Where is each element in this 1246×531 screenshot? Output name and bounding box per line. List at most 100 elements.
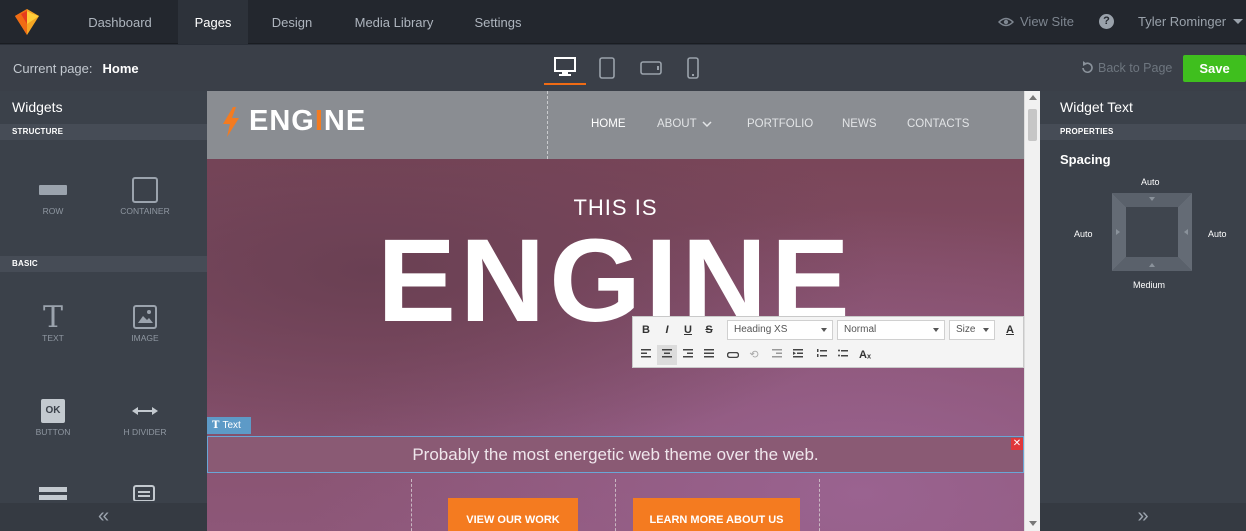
- desktop-icon[interactable]: [544, 51, 586, 85]
- bold-button[interactable]: B: [636, 320, 656, 340]
- site-menu-news[interactable]: NEWS: [842, 118, 877, 130]
- help-icon[interactable]: ?: [1099, 14, 1114, 29]
- image-icon: [100, 297, 190, 337]
- eye-icon: [998, 17, 1014, 26]
- undo-icon: [1082, 61, 1093, 74]
- view-our-work-button[interactable]: VIEW OUR WORK: [448, 498, 578, 531]
- editor-toolbar: Current page: Home Back to Page Save: [0, 45, 1246, 91]
- widget-h-divider[interactable]: H DIVIDER: [100, 369, 190, 459]
- heading-style-select[interactable]: Heading XS: [727, 320, 833, 340]
- app-logo-icon[interactable]: [11, 6, 43, 38]
- back-to-page-label: Back to Page: [1098, 61, 1173, 75]
- site-brand-name: ENGINE: [249, 105, 367, 137]
- unlink-icon[interactable]: ⟲: [744, 345, 764, 365]
- link-icon[interactable]: [723, 345, 743, 365]
- site-menu-contacts[interactable]: CONTACTS: [907, 118, 969, 130]
- collapse-left-panel-icon[interactable]: «: [0, 503, 207, 531]
- widgets-panel: Widgets STRUCTURE ROW CONTAINER BASIC T …: [0, 91, 207, 531]
- current-page-value: Home: [102, 61, 139, 76]
- row-icon: [8, 170, 98, 210]
- widget-image[interactable]: IMAGE: [100, 275, 190, 365]
- tablet-icon[interactable]: [592, 51, 622, 85]
- spacing-bottom-value[interactable]: Medium: [1133, 280, 1165, 290]
- nav-media-library[interactable]: Media Library: [338, 0, 450, 44]
- nav-dashboard[interactable]: Dashboard: [72, 0, 168, 44]
- nav-design[interactable]: Design: [256, 0, 328, 44]
- button-divider-left: [411, 479, 412, 531]
- spacing-left-value[interactable]: Auto: [1074, 229, 1093, 239]
- widget-row-partial-icon[interactable]: [39, 487, 67, 501]
- save-button[interactable]: Save: [1183, 55, 1246, 82]
- properties-panel: Widget Text PROPERTIES Spacing Auto Auto…: [1040, 91, 1246, 531]
- spacing-title: Spacing: [1060, 152, 1111, 167]
- hero-tagline[interactable]: Probably the most energetic web theme ov…: [208, 445, 1023, 465]
- heading-style-value: Heading XS: [734, 324, 788, 335]
- phone-icon[interactable]: [678, 51, 708, 85]
- close-icon[interactable]: ✕: [1011, 438, 1023, 450]
- rich-text-toolbar: B I U S Heading XS Normal Size A ⟲ Aₓ: [632, 316, 1024, 368]
- top-navbar: Dashboard Pages Design Media Library Set…: [0, 0, 1246, 44]
- scroll-up-icon[interactable]: [1029, 95, 1037, 100]
- clear-format-icon[interactable]: Aₓ: [855, 345, 875, 365]
- chevron-down-icon: [702, 121, 712, 127]
- widget-button[interactable]: OK BUTTON: [8, 369, 98, 459]
- chevron-down-icon: [983, 328, 989, 332]
- indent-icon[interactable]: [788, 345, 808, 365]
- scroll-thumb[interactable]: [1028, 109, 1037, 141]
- widget-row[interactable]: ROW: [8, 148, 98, 238]
- current-page-indicator: Current page: Home: [13, 61, 139, 76]
- nav-settings[interactable]: Settings: [462, 0, 534, 44]
- ordered-list-icon[interactable]: [812, 345, 832, 365]
- site-menu-home[interactable]: HOME: [591, 118, 626, 130]
- text-icon: T: [212, 420, 220, 431]
- expand-right-panel-icon[interactable]: »: [1040, 503, 1246, 531]
- justify-icon[interactable]: [699, 345, 719, 365]
- canvas-scrollbar[interactable]: [1024, 91, 1040, 531]
- site-menu-portfolio[interactable]: PORTFOLIO: [747, 118, 813, 130]
- format-select[interactable]: Normal: [837, 320, 945, 340]
- properties-panel-title: Widget Text: [1040, 91, 1246, 124]
- text-widget-tag-label: Text: [222, 420, 241, 431]
- section-properties: PROPERTIES: [1040, 124, 1246, 140]
- spacing-right-value[interactable]: Auto: [1208, 229, 1227, 239]
- back-to-page-link[interactable]: Back to Page: [1080, 61, 1172, 75]
- widget-list-partial-icon[interactable]: [133, 485, 155, 502]
- site-brand[interactable]: ENGINE: [221, 105, 366, 138]
- bullet-list-icon[interactable]: [833, 345, 853, 365]
- widget-text[interactable]: T TEXT: [8, 275, 98, 365]
- header-divider: [547, 91, 548, 159]
- spacing-top-value[interactable]: Auto: [1141, 177, 1160, 187]
- underline-button[interactable]: U: [678, 320, 698, 340]
- selected-text-widget[interactable]: Probably the most energetic web theme ov…: [207, 436, 1024, 473]
- italic-button[interactable]: I: [657, 320, 677, 340]
- widget-container-label: CONTAINER: [120, 206, 170, 216]
- widget-button-label: BUTTON: [35, 427, 71, 437]
- site-menu-about[interactable]: ABOUT: [657, 118, 712, 130]
- widget-row-label: ROW: [42, 206, 64, 216]
- strikethrough-button[interactable]: S: [699, 320, 719, 340]
- font-size-select[interactable]: Size: [949, 320, 995, 340]
- widget-container[interactable]: CONTAINER: [100, 148, 190, 238]
- learn-more-button[interactable]: LEARN MORE ABOUT US: [633, 498, 800, 531]
- align-left-icon[interactable]: [636, 345, 656, 365]
- page-canvas: ENGINE HOME ABOUT PORTFOLIO NEWS CONTACT…: [207, 91, 1024, 531]
- view-site-link[interactable]: View Site: [998, 14, 1074, 29]
- site-header[interactable]: ENGINE HOME ABOUT PORTFOLIO NEWS CONTACT…: [207, 91, 1024, 159]
- section-structure: STRUCTURE: [0, 124, 207, 140]
- button-icon: OK: [8, 391, 98, 431]
- chevron-down-icon: [1233, 19, 1244, 24]
- nav-pages[interactable]: Pages: [178, 0, 248, 44]
- lightning-icon: [223, 106, 239, 137]
- align-center-icon[interactable]: [657, 345, 677, 365]
- widget-image-label: IMAGE: [131, 333, 159, 343]
- spacing-box-diagram[interactable]: [1112, 193, 1192, 271]
- text-widget-tag: T Text: [207, 417, 251, 434]
- align-right-icon[interactable]: [678, 345, 698, 365]
- scroll-down-icon[interactable]: [1029, 521, 1037, 526]
- tablet-landscape-icon[interactable]: [632, 51, 670, 85]
- section-basic: BASIC: [0, 256, 207, 272]
- button-divider-right: [819, 479, 820, 531]
- outdent-icon[interactable]: [767, 345, 787, 365]
- user-menu[interactable]: Tyler Rominger: [1138, 14, 1244, 29]
- text-color-button[interactable]: A: [999, 320, 1021, 340]
